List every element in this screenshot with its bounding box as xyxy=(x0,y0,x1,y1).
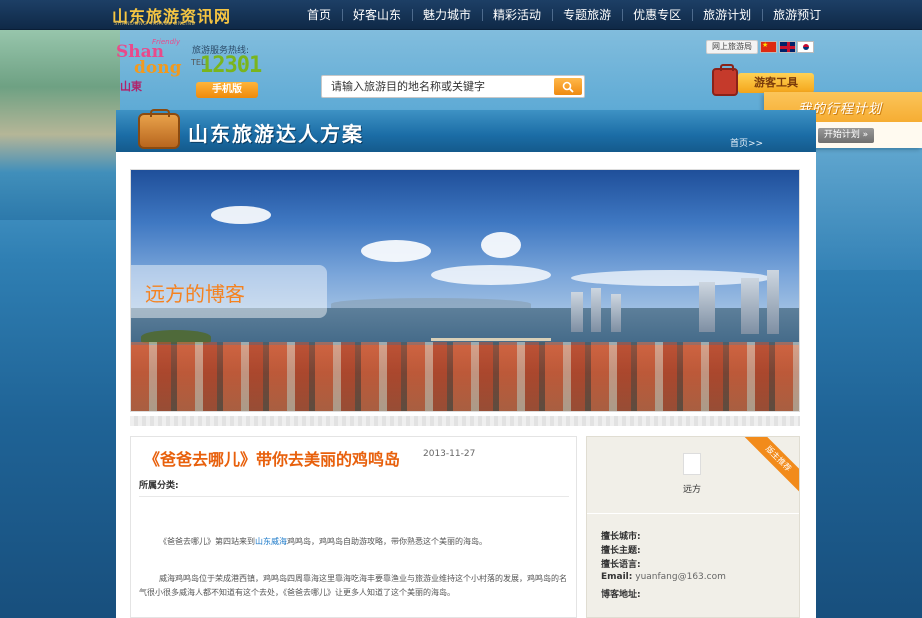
section-banner: 山东旅游达人方案 首页>> xyxy=(116,109,816,152)
start-plan-button[interactable]: 开始计划 » xyxy=(818,128,874,143)
nav-item-travel-plan[interactable]: 旅游计划 xyxy=(692,0,762,30)
photo-cloud xyxy=(361,240,431,262)
profile-row-blog-url: 博客地址: xyxy=(601,587,641,600)
photo-tower xyxy=(611,294,621,332)
profile-row-label: 擅长语言: xyxy=(601,560,641,570)
breadcrumb[interactable]: 首页>> xyxy=(730,136,763,149)
search-button[interactable] xyxy=(554,78,582,95)
article-divider xyxy=(139,496,569,497)
profile-row-email: Email: yuanfang@163.com xyxy=(601,572,726,582)
photo-cloud xyxy=(211,206,271,224)
search-box xyxy=(321,75,585,98)
suitcase-icon xyxy=(712,64,738,96)
mobile-version-button[interactable]: 手机版 xyxy=(196,82,258,98)
blogger-name[interactable]: 远方 xyxy=(683,482,701,495)
photo-caption-box: 远方的博客 xyxy=(131,265,327,318)
nav-item-home[interactable]: 首页 xyxy=(296,0,342,30)
article-date: 2013-11-27 xyxy=(423,449,476,459)
main-content-panel: 山东旅游达人方案 首页>> 远方的博客 《爸爸去哪儿》带你去美丽的鸡鸣岛 201… xyxy=(116,109,816,618)
site-logo-subtitle: SHANDONG TRAVEL ONLINE xyxy=(114,21,196,27)
profile-row-label: 擅长主题: xyxy=(601,546,641,556)
shandong-brand-logo[interactable]: Friendly Shan dong 山東 xyxy=(116,38,186,100)
section-title: 山东旅游达人方案 xyxy=(188,122,364,146)
divider-strip xyxy=(130,416,800,426)
photo-pier xyxy=(431,338,551,341)
china-flag-icon[interactable] xyxy=(760,41,777,53)
nav-item-events[interactable]: 精彩活动 xyxy=(482,0,552,30)
photo-cloud xyxy=(481,232,521,258)
brand-line-3: 山東 xyxy=(120,80,142,93)
article-text: 鸡鸣岛，鸡鸣岛自助游攻略，带你熟悉这个美丽的海岛。 xyxy=(287,537,487,546)
article-text: 《爸爸去哪儿》第四站来到 xyxy=(159,537,255,546)
brand-line-2: dong xyxy=(134,58,182,78)
suitcase-icon xyxy=(138,109,180,149)
profile-row-label: 博客地址: xyxy=(601,590,641,600)
profile-row-cities: 擅长城市: xyxy=(601,529,641,542)
photo-tower xyxy=(591,288,601,332)
background-coastline xyxy=(0,30,120,220)
main-nav: 首页 好客山东 魅力城市 精彩活动 专题旅游 优惠专区 旅游计划 旅游预订 xyxy=(296,0,832,30)
profile-row-languages: 擅长语言: xyxy=(601,557,641,570)
background-sea xyxy=(814,150,922,270)
nav-item-deals[interactable]: 优惠专区 xyxy=(622,0,692,30)
profile-email-value[interactable]: yuanfang@163.com xyxy=(635,572,726,582)
nav-item-themed-tours[interactable]: 专题旅游 xyxy=(552,0,622,30)
top-navbar: 山东旅游资讯网 SHANDONG TRAVEL ONLINE 首页 好客山东 魅… xyxy=(0,0,922,30)
article-location-link[interactable]: 山东威海 xyxy=(255,537,287,546)
uk-flag-icon[interactable] xyxy=(779,41,796,53)
photo-tower xyxy=(767,270,779,334)
online-tourism-bureau-link[interactable]: 网上旅游局 xyxy=(706,40,758,54)
nav-item-hospitable-shandong[interactable]: 好客山东 xyxy=(342,0,412,30)
photo-tower xyxy=(741,278,759,334)
recommended-ribbon: 版主推荐 xyxy=(740,437,799,497)
hotline-number: 12301 xyxy=(200,53,262,78)
photo-tower xyxy=(571,292,583,332)
nav-item-charm-cities[interactable]: 魅力城市 xyxy=(412,0,482,30)
blogger-profile-card: 版主推荐 远方 擅长城市: 擅长主题: 擅长语言: Email: yuanfan… xyxy=(586,436,800,618)
article-title[interactable]: 《爸爸去哪儿》带你去美丽的鸡鸣岛 xyxy=(144,446,400,470)
photo-rooftops xyxy=(131,342,799,411)
korea-flag-icon[interactable] xyxy=(797,41,814,53)
blog-cover-photo: 远方的博客 xyxy=(130,169,800,412)
profile-divider xyxy=(587,513,799,514)
article-paragraph-1: 《爸爸去哪儿》第四站来到山东威海鸡鸣岛，鸡鸣岛自助游攻略，带你熟悉这个美丽的海岛… xyxy=(159,535,569,549)
photo-cloud xyxy=(431,265,551,285)
profile-row-label: Email: xyxy=(601,572,633,582)
nav-item-booking[interactable]: 旅游预订 xyxy=(762,0,832,30)
profile-row-themes: 擅长主题: xyxy=(601,543,641,556)
visitor-tools-label: 游客工具 xyxy=(738,73,814,93)
article-paragraph-2: 威海鸡鸣岛位于荣成港西镇，鸡鸣岛四周靠海这里靠海吃海丰要靠渔业与旅游业维持这个小… xyxy=(139,574,567,597)
search-input[interactable] xyxy=(322,76,554,97)
blog-name-caption: 远方的博客 xyxy=(145,282,245,306)
search-icon xyxy=(562,81,574,93)
profile-row-label: 擅长城市: xyxy=(601,532,641,542)
avatar[interactable] xyxy=(683,453,701,475)
article-card: 《爸爸去哪儿》带你去美丽的鸡鸣岛 2013-11-27 所属分类: 《爸爸去哪儿… xyxy=(130,436,577,618)
article-category-label: 所属分类: xyxy=(139,481,179,491)
photo-tower xyxy=(699,282,715,332)
